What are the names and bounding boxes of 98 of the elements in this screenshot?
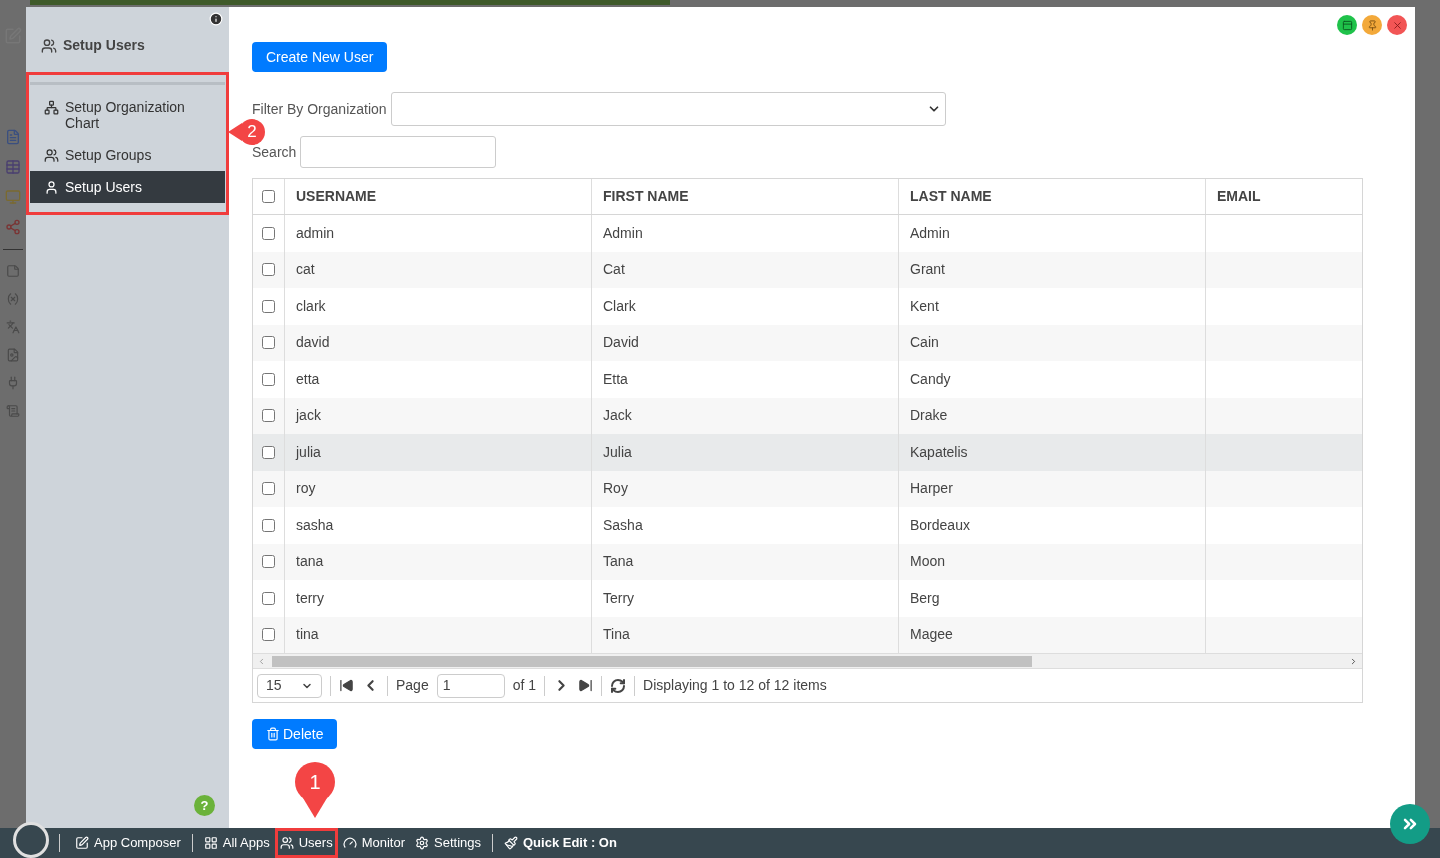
close-button[interactable]	[1387, 15, 1407, 35]
sidebar-item[interactable]: Setup Groups	[30, 139, 225, 171]
settings-icon	[415, 836, 429, 850]
table-cell-text: julia	[296, 442, 321, 462]
table-cell-text: Terry	[603, 588, 635, 608]
taskbar-item[interactable]: Monitor	[337, 828, 410, 858]
page-count: of 1	[512, 676, 537, 695]
page-label: Page	[396, 676, 429, 695]
users-icon	[44, 148, 59, 163]
taskbar-item[interactable]: App Composer	[70, 828, 186, 858]
column-header[interactable]: EMAIL	[1206, 179, 1362, 214]
table-cell-text: jack	[296, 406, 321, 426]
column-header[interactable]: USERNAME	[285, 179, 592, 214]
page-size-select[interactable]: 15	[257, 673, 322, 698]
taskbar-item[interactable]: Quick Edit : On	[499, 828, 622, 858]
first-page-icon[interactable]	[339, 678, 354, 693]
table-cell-text: Tina	[603, 625, 630, 645]
table-cell-text: Moon	[910, 552, 946, 572]
table-cell-text: Clark	[603, 296, 636, 316]
taskbar-item[interactable]: Settings	[410, 828, 486, 858]
sidebar-item[interactable]: Setup Users	[30, 171, 225, 203]
close-icon	[1391, 19, 1403, 31]
users-icon	[279, 836, 294, 850]
table-cell-text: Cain	[910, 333, 939, 353]
brush-icon	[504, 836, 518, 850]
taskbar-item[interactable]: Users	[274, 828, 338, 858]
row-checkbox[interactable]	[262, 299, 275, 313]
trash-icon	[266, 727, 280, 741]
table-cell-text: cat	[296, 260, 315, 280]
table-cell-text: Berg	[910, 588, 940, 608]
table-cell-text: terry	[296, 588, 324, 608]
app-logo-icon[interactable]	[13, 822, 49, 858]
table-cell-text: david	[296, 333, 330, 353]
window-icon	[1341, 19, 1353, 31]
row-checkbox[interactable]	[262, 372, 275, 386]
users-icon	[41, 37, 57, 54]
table-cell-text: Bordeaux	[910, 515, 970, 535]
grid-icon	[203, 836, 218, 850]
table-cell-text: Roy	[603, 479, 628, 499]
page-number-field[interactable]: 1	[436, 673, 505, 698]
table-cell-text: Kapatelis	[910, 442, 968, 462]
last-page-icon[interactable]	[578, 678, 594, 693]
table-cell-text: roy	[296, 479, 316, 499]
refresh-icon[interactable]	[610, 677, 627, 694]
row-checkbox[interactable]	[262, 591, 275, 605]
filter-label: Filter By Organization	[252, 99, 387, 119]
pin-icon	[1366, 19, 1378, 31]
row-checkbox[interactable]	[262, 628, 275, 642]
expand-button[interactable]	[1390, 804, 1430, 844]
table-cell-text: Jack	[603, 406, 632, 426]
table-cell-text: Julia	[603, 442, 632, 462]
table-cell-text: clark	[296, 296, 326, 316]
table-cell-text: Kent	[910, 296, 939, 316]
select-all-checkbox[interactable]	[262, 190, 275, 203]
table-cell-text: etta	[296, 369, 320, 389]
search-label: Search	[252, 142, 297, 162]
user-icon	[44, 180, 59, 195]
sidebar-title: Setup Users	[63, 36, 145, 55]
row-checkbox[interactable]	[262, 409, 275, 423]
table-cell-text: Grant	[910, 260, 945, 280]
horizontal-scrollbar[interactable]	[253, 653, 1362, 668]
gauge-icon	[342, 836, 357, 850]
pager-status: Displaying 1 to 12 of 12 items	[643, 676, 827, 695]
table-cell-text: Drake	[910, 406, 948, 426]
table-cell-text: Harper	[910, 479, 953, 499]
row-checkbox[interactable]	[262, 555, 275, 569]
info-icon[interactable]	[209, 12, 223, 26]
table-cell-text: Admin	[603, 223, 643, 243]
row-checkbox[interactable]	[262, 445, 275, 459]
column-header[interactable]: FIRST NAME	[592, 179, 899, 214]
table-cell-text: Admin	[910, 223, 950, 243]
row-checkbox[interactable]	[262, 336, 275, 350]
column-header[interactable]: LAST NAME	[899, 179, 1206, 214]
edit-icon	[75, 836, 89, 850]
create-user-button[interactable]: Create New User	[252, 42, 388, 72]
taskbar-item[interactable]: All Apps	[198, 828, 275, 858]
table-cell-text: Tana	[603, 552, 634, 572]
row-checkbox[interactable]	[262, 482, 275, 496]
table-cell-text: admin	[296, 223, 335, 243]
maximize-button[interactable]	[1337, 15, 1357, 35]
delete-button[interactable]: Delete	[252, 719, 338, 749]
row-checkbox[interactable]	[262, 263, 275, 277]
table-cell-text: Etta	[603, 369, 628, 389]
table-cell-text: Cat	[603, 260, 625, 280]
table-cell-text: tina	[296, 625, 319, 645]
table-cell-text: tana	[296, 552, 324, 572]
scroll-right-icon[interactable]	[1349, 656, 1358, 666]
search-field[interactable]	[300, 136, 497, 168]
table-cell-text: David	[603, 333, 639, 353]
org-chart-icon	[44, 100, 59, 115]
table-cell-text: sasha	[296, 515, 334, 535]
row-checkbox[interactable]	[262, 226, 275, 240]
pin-button[interactable]	[1362, 15, 1382, 35]
table-cell-text: Magee	[910, 625, 953, 645]
table-cell-text: Sasha	[603, 515, 643, 535]
sidebar-item[interactable]: Setup Organization Chart	[30, 91, 225, 139]
table-cell-text: Candy	[910, 369, 951, 389]
row-checkbox[interactable]	[262, 518, 275, 532]
